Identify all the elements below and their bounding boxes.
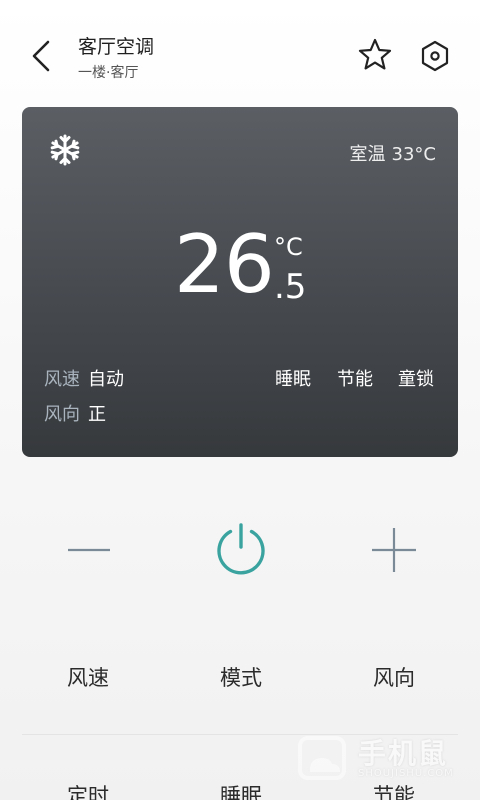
- power-button[interactable]: [212, 521, 270, 579]
- fan-speed-label: 风速: [44, 369, 80, 390]
- page-subtitle: 一楼·客厅: [78, 65, 139, 81]
- fan-speed-button[interactable]: 风速: [28, 662, 148, 692]
- increase-temperature-button[interactable]: [370, 526, 418, 574]
- feature-sleep: 睡眠: [275, 369, 311, 390]
- watermark: 手机鼠 SHOUJISHU.COM: [296, 730, 466, 788]
- fan-speed-value: 自动: [88, 369, 124, 390]
- set-temperature-integer: 26: [174, 218, 275, 311]
- favorite-star-icon[interactable]: [356, 36, 394, 74]
- watermark-logo-icon: [298, 736, 346, 780]
- ac-status-card: 室温 33°C 26 °C .5 风速 自动 风向正 睡眠 节能 童锁: [22, 107, 458, 457]
- sleep-button[interactable]: 睡眠: [181, 780, 301, 800]
- set-temperature-unit: °C: [274, 233, 303, 261]
- room-temperature: 室温 33°C: [344, 140, 436, 166]
- top-bar: 客厅空调 一楼·客厅: [0, 0, 480, 100]
- fan-speed-info: 风速 自动: [44, 365, 124, 391]
- fan-direction-info: 风向正: [44, 400, 106, 426]
- timer-button[interactable]: 定时: [28, 780, 148, 800]
- watermark-text: 手机鼠: [358, 737, 449, 770]
- fan-direction-label: 风向: [44, 404, 80, 425]
- fan-direction-button[interactable]: 风向: [334, 662, 454, 692]
- decrease-temperature-button[interactable]: [66, 530, 112, 570]
- room-temp-value: 33°C: [391, 144, 436, 165]
- mode-button[interactable]: 模式: [181, 662, 301, 692]
- watermark-subtext: SHOUJISHU.COM: [358, 768, 454, 779]
- feature-energy-saving: 节能: [337, 369, 373, 390]
- fan-direction-value: 正: [88, 404, 106, 425]
- room-temp-label: 室温: [349, 144, 386, 165]
- feature-child-lock: 童锁: [398, 369, 434, 390]
- page-title: 客厅空调: [78, 36, 155, 58]
- settings-hexagon-icon[interactable]: [416, 37, 454, 75]
- snowflake-icon: [50, 134, 80, 166]
- set-temperature-decimal: .5: [274, 267, 307, 307]
- back-arrow-icon[interactable]: [26, 38, 58, 74]
